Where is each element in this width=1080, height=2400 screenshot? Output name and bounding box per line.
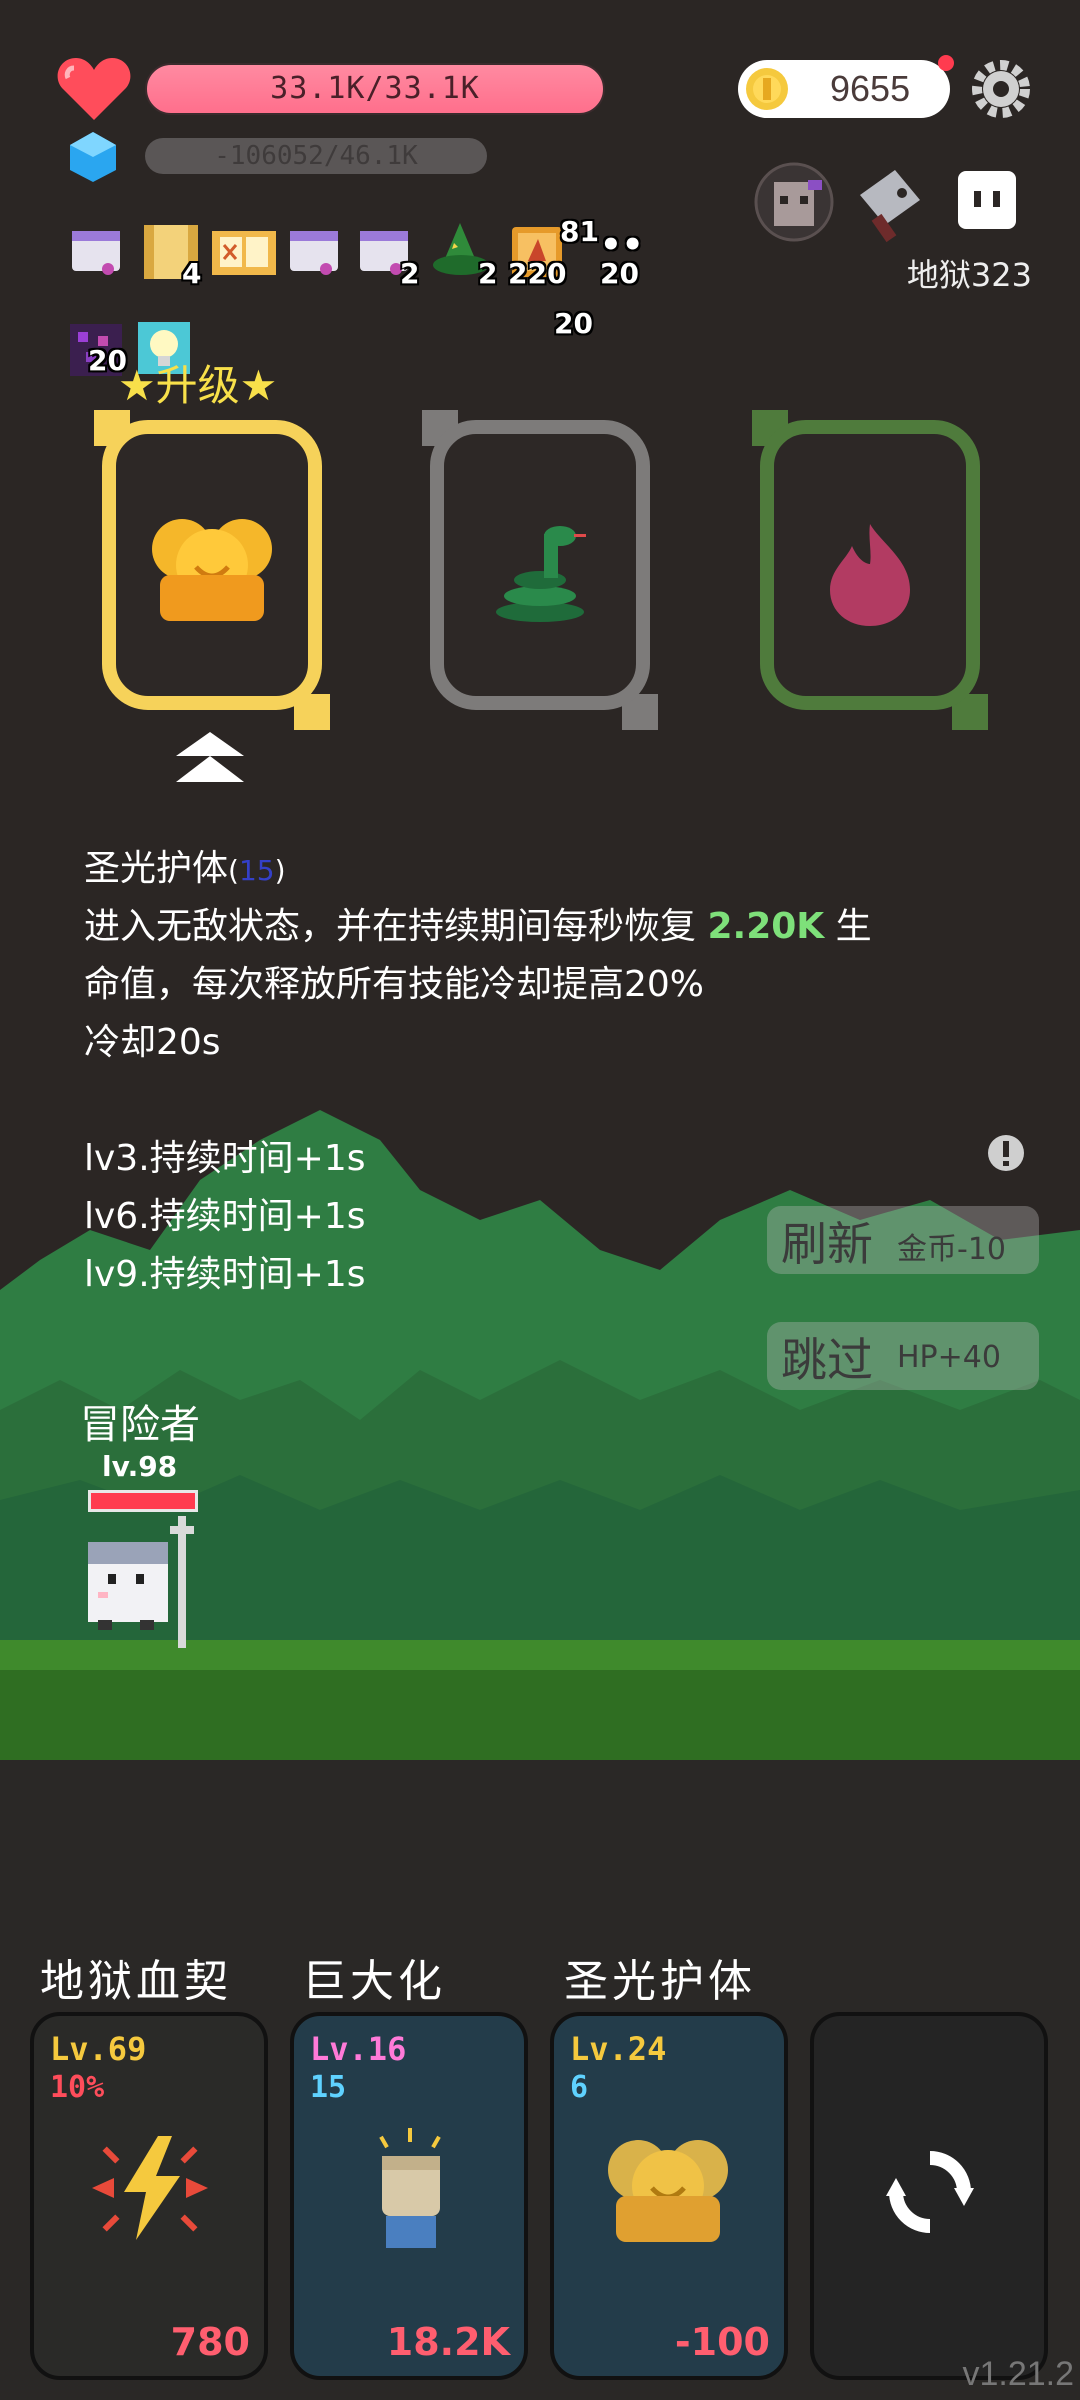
item-count: 20 <box>554 307 593 340</box>
skip-button[interactable]: 跳过 HP+40 <box>767 1322 1039 1390</box>
skill-percent: 10% <box>50 2070 105 2105</box>
coin-icon <box>746 68 788 110</box>
scroll-icon[interactable] <box>286 225 342 281</box>
skill-count: 15 <box>310 2070 347 2105</box>
knight-hero-sprite[interactable] <box>78 1512 218 1652</box>
holy-shield-icon <box>152 519 272 621</box>
hp-text: 33.1K/33.1K <box>270 71 480 106</box>
item-count: 220 <box>508 257 567 290</box>
skill-label-1: 地狱血契 <box>40 1956 232 2007</box>
skill-name-line: 圣光护体(15) <box>84 848 286 889</box>
flame-icon <box>830 524 910 626</box>
notification-dot <box>938 55 954 71</box>
coin-value: 9655 <box>830 68 911 109</box>
hero-name: 冒险者 <box>80 1402 200 1448</box>
hero-hp-bar <box>88 1490 198 1512</box>
item-count: 2 <box>478 257 498 290</box>
skip-label: 跳过 <box>781 1333 873 1387</box>
lightning-icon <box>92 2136 208 2240</box>
item-count: 4 <box>182 257 202 290</box>
boss-portrait-icon[interactable] <box>752 162 836 242</box>
coin-counter: 9655 <box>738 60 950 118</box>
heart-icon <box>57 58 131 120</box>
skill-cost: -100 <box>674 2320 770 2364</box>
upgrade-card-selected[interactable] <box>94 410 330 730</box>
skill-desc-line1: 进入无敌状态，并在持续期间每秒恢复 2.20K 生 <box>84 898 872 956</box>
selected-arrow-icon <box>176 732 244 782</box>
scroll-icon[interactable] <box>68 225 124 281</box>
level-bonus-9: lv9.持续时间+1s <box>84 1254 366 1295</box>
refresh-label: 刷新 <box>781 1217 873 1271</box>
upgrade-card-snake[interactable] <box>422 410 658 730</box>
skill-count: 6 <box>570 2070 589 2105</box>
skill-level: Lv.16 <box>310 2030 407 2068</box>
level-bonus-3: lv3.持续时间+1s <box>84 1138 366 1179</box>
item-count: 2 <box>400 257 420 290</box>
hp-bar: 33.1K/33.1K <box>145 63 605 115</box>
skill-card-giant[interactable]: Lv.16 15 18.2K <box>290 2012 528 2380</box>
refresh-icon <box>886 2151 974 2233</box>
xp-text: -106052/46.1K <box>214 141 418 171</box>
desc-text: 进入无敌状态，并在持续期间每秒恢复 <box>84 906 697 947</box>
settings-gear-icon[interactable] <box>970 58 1032 120</box>
item-count: 81 <box>560 215 599 248</box>
skill-cost: 18.2K <box>386 2320 510 2364</box>
ghost-icon[interactable] <box>952 165 1022 237</box>
upgrade-card-flame[interactable] <box>752 410 988 730</box>
skill-card-blood-pact[interactable]: Lv.69 10% 780 <box>30 2012 268 2380</box>
skill-level: Lv.69 <box>50 2030 147 2068</box>
cleaver-icon[interactable] <box>850 165 930 245</box>
snake-icon <box>496 526 586 622</box>
skip-reward: HP+40 <box>897 1340 1001 1375</box>
xp-bar: -106052/46.1K <box>145 138 487 174</box>
book-icon[interactable] <box>210 225 278 281</box>
fist-icon <box>379 2128 441 2248</box>
stage-label: 地狱323 <box>906 256 1032 294</box>
skill-level-tag: 15 <box>238 854 275 887</box>
holy-shield-icon <box>608 2140 728 2242</box>
skill-cooldown: 冷却20s <box>84 1022 221 1063</box>
upgrade-title: ★升级★ <box>118 361 278 410</box>
item-count: 20 <box>600 257 639 290</box>
skill-desc-line2: 命值，每次释放所有技能冷却提高20% <box>84 964 705 1005</box>
skill-cost: 780 <box>170 2320 250 2364</box>
skill-name: 圣光护体 <box>84 848 229 889</box>
desc-text: 生 <box>835 906 872 947</box>
refresh-cost: 金币-10 <box>897 1232 1006 1267</box>
level-bonus-6: lv6.持续时间+1s <box>84 1196 366 1237</box>
reroll-skill-button[interactable] <box>810 2012 1048 2380</box>
skill-card-holy-shield[interactable]: Lv.24 6 -100 <box>550 2012 788 2380</box>
info-icon[interactable] <box>986 1133 1026 1173</box>
refresh-button[interactable]: 刷新 金币-10 <box>767 1206 1039 1274</box>
version-label: v1.21.2 <box>962 2355 1074 2393</box>
heal-value: 2.20K <box>707 906 825 947</box>
gem-icon <box>70 132 116 182</box>
hero-level: lv.98 <box>102 1450 178 1483</box>
skill-label-2: 巨大化 <box>302 1956 446 2007</box>
skill-level: Lv.24 <box>570 2030 667 2068</box>
skill-label-3: 圣光护体 <box>564 1956 756 2007</box>
